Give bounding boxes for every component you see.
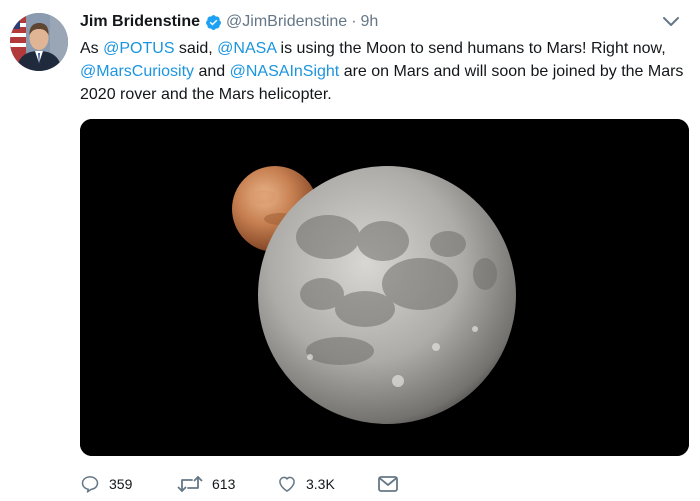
mention-link[interactable]: @NASA: [217, 40, 276, 57]
retweet-icon: [177, 476, 203, 492]
tweet-media-image[interactable]: [80, 119, 689, 456]
tweet-actions: 359 613 3.3K: [80, 472, 399, 496]
tweet-text-segment: As: [80, 40, 104, 57]
envelope-icon: [378, 476, 398, 492]
heart-icon: [279, 476, 295, 492]
separator-dot: ·: [351, 13, 357, 30]
reply-icon: [81, 476, 99, 493]
reply-button[interactable]: 359: [80, 474, 177, 494]
verified-badge-icon: [205, 14, 222, 31]
author-name[interactable]: Jim Bridenstine: [80, 13, 200, 31]
tweet-text: As @POTUS said, @NASA is using the Moon …: [80, 37, 690, 106]
mention-link[interactable]: @NASAInSight: [230, 63, 340, 80]
avatar-image: [10, 13, 68, 71]
retweet-button[interactable]: 613: [177, 474, 277, 494]
moon-mars-image: [80, 119, 689, 456]
avatar[interactable]: [10, 13, 68, 71]
reply-count: 359: [109, 476, 133, 492]
like-count: 3.3K: [306, 476, 335, 492]
tweet-text-segment: and: [194, 63, 230, 80]
tweet-text-segment: is using the Moon to send humans to Mars…: [276, 40, 666, 57]
tweet-timestamp[interactable]: 9h: [361, 13, 379, 31]
author-handle[interactable]: @JimBridenstine: [226, 13, 347, 31]
tweet-header: Jim Bridenstine @JimBridenstine · 9h: [80, 12, 378, 32]
tweet-text-segment: said,: [174, 40, 218, 57]
chevron-down-icon[interactable]: [662, 15, 680, 29]
like-button[interactable]: 3.3K: [277, 474, 377, 494]
mention-link[interactable]: @MarsCuriosity: [80, 63, 194, 80]
mention-link[interactable]: @POTUS: [103, 40, 174, 57]
direct-message-button[interactable]: [377, 475, 399, 493]
retweet-count: 613: [212, 476, 236, 492]
